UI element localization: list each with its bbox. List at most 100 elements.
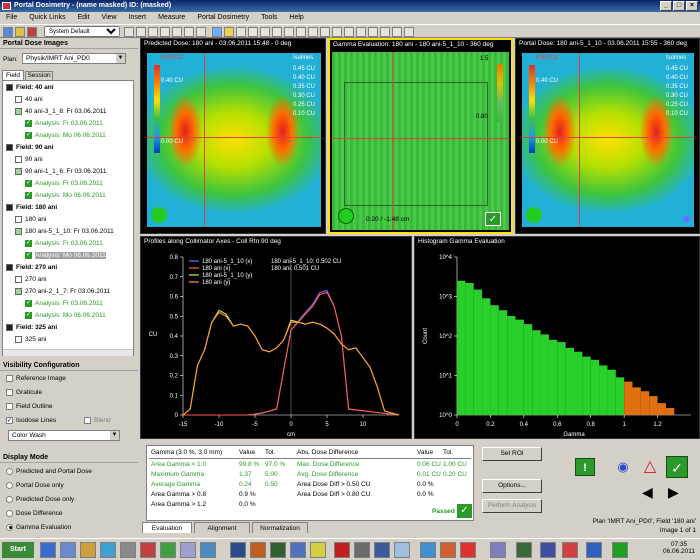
- viz-blend[interactable]: Blend: [84, 415, 111, 427]
- redo-icon[interactable]: [356, 27, 366, 37]
- tree-item[interactable]: ✓ Analysis: Mo 06.06.2011: [25, 311, 106, 321]
- text-icon[interactable]: [332, 27, 342, 37]
- options-button[interactable]: Options...: [482, 479, 542, 493]
- tab-normalization[interactable]: Normalization: [252, 522, 308, 533]
- tree-item[interactable]: 180 ani: [15, 215, 46, 225]
- taskbar-app-icon[interactable]: [334, 542, 350, 558]
- tree-item[interactable]: 40 ani-3_1_8: Fr 03.06.2011: [15, 107, 107, 117]
- mode-select[interactable]: System Default: [44, 26, 120, 37]
- tree-item[interactable]: 270 ani-2_1_7: Fr 03.06.2011: [15, 287, 110, 297]
- taskbar-app-icon[interactable]: [270, 542, 286, 558]
- taskbar-app-icon[interactable]: [140, 542, 156, 558]
- predicted-dose-viewer[interactable]: Predicted Dose: 180 ani - 03.06.2011 15:…: [140, 38, 326, 234]
- viz-graticule[interactable]: Graticule: [6, 387, 42, 399]
- chevron-down-icon[interactable]: ▼: [116, 54, 125, 63]
- tree-item[interactable]: Field: 90 ani: [6, 143, 54, 153]
- crosshair-icon[interactable]: [248, 27, 258, 37]
- tree-item[interactable]: Field: 180 ani: [6, 203, 57, 213]
- taskbar-app-icon[interactable]: [100, 542, 116, 558]
- line-icon[interactable]: [284, 27, 294, 37]
- portal-dose-viewer[interactable]: Portal Dose: 180 ani-5_1_10 - 03.06.2011…: [515, 38, 700, 234]
- taskbar-app-icon[interactable]: [374, 542, 390, 558]
- maximize-button[interactable]: □: [673, 1, 685, 11]
- select-icon[interactable]: [196, 27, 206, 37]
- histogram-chart[interactable]: 0 0.2 0.4 0.6 0.8 1 1.2 10^0 10^1 10^2 10^3 10^4 Gam…: [415, 247, 700, 439]
- viz-reference-image[interactable]: Reference Image: [6, 373, 66, 385]
- open-icon[interactable]: [3, 27, 13, 37]
- tab-alignment[interactable]: Alignment: [194, 522, 250, 533]
- menu-portal-dosimetry[interactable]: Portal Dosimetry: [191, 12, 255, 24]
- profile-chart-panel[interactable]: Profiles along Collimator Axes - Coll Rt…: [140, 236, 412, 439]
- taskbar-app-icon[interactable]: [160, 542, 176, 558]
- taskbar-app-icon[interactable]: [612, 542, 628, 558]
- tab-session[interactable]: Session: [25, 71, 53, 80]
- taskbar-app-icon[interactable]: [40, 542, 56, 558]
- taskbar-app-icon[interactable]: [562, 542, 578, 558]
- color-mode-select[interactable]: Color Wash ▼: [8, 430, 120, 441]
- grid2-icon[interactable]: [392, 27, 402, 37]
- taskbar-app-icon[interactable]: [394, 542, 410, 558]
- annotate-icon[interactable]: [260, 27, 270, 37]
- rect-icon[interactable]: [320, 27, 330, 37]
- taskbar-app-icon[interactable]: [250, 542, 266, 558]
- menu-file[interactable]: File: [0, 12, 23, 24]
- tree-item[interactable]: ✓ Analysis: Mo 06.06.2011: [25, 191, 106, 201]
- display-gamma-evaluation[interactable]: Gamma Evaluation: [6, 522, 71, 534]
- circle-icon[interactable]: [308, 27, 318, 37]
- profile-chart[interactable]: -15 -10 -5 0 5 10 0 0.1 0.2 0.3 0.4 0.5 0.6 0.7 0.8 cm C…: [141, 247, 413, 439]
- taskbar-app-icon[interactable]: [516, 542, 532, 558]
- menu-quick-links[interactable]: Quick Links: [23, 12, 71, 24]
- zoom-icon[interactable]: [124, 27, 134, 37]
- next-image-icon[interactable]: ▶: [668, 484, 679, 501]
- window-level-icon[interactable]: [160, 27, 170, 37]
- chevron-down-icon[interactable]: ▼: [110, 431, 119, 440]
- reset-icon[interactable]: [184, 27, 194, 37]
- undo-icon[interactable]: [344, 27, 354, 37]
- measure-icon[interactable]: [236, 27, 246, 37]
- tab-field[interactable]: Field: [2, 70, 24, 80]
- taskbar-app-icon[interactable]: [60, 542, 76, 558]
- tree-item[interactable]: ✓ Analysis: Mo 06.06.2011: [25, 251, 106, 261]
- display-predicted-only[interactable]: Predicted Dose only: [6, 494, 74, 506]
- histogram-icon[interactable]: [380, 27, 390, 37]
- menu-tools[interactable]: Tools: [255, 12, 283, 24]
- approve-warning-icon[interactable]: !: [575, 458, 595, 476]
- start-button[interactable]: Start: [2, 542, 34, 558]
- display-predicted-and-portal[interactable]: Predicted and Portal Dose: [6, 466, 92, 478]
- taskbar-app-icon[interactable]: [230, 542, 246, 558]
- tree-item[interactable]: ✓ Analysis: Fr 03.06.2011: [25, 239, 103, 249]
- taskbar-app-icon[interactable]: [80, 542, 96, 558]
- tree-item[interactable]: ✓ Analysis: Fr 03.06.2011: [25, 179, 103, 189]
- colormap-icon[interactable]: [224, 27, 234, 37]
- tree-item[interactable]: Field: 40 ani: [6, 83, 54, 93]
- tree-item[interactable]: Field: 270 ani: [6, 263, 57, 273]
- set-roi-button[interactable]: Set ROI: [482, 447, 542, 461]
- checkbox[interactable]: [6, 402, 13, 410]
- fit-icon[interactable]: [172, 27, 182, 37]
- tree-item[interactable]: 90 ani-1_1_6: Fr 03.06.2011: [15, 167, 107, 177]
- checkbox[interactable]: [6, 388, 13, 396]
- menu-insert[interactable]: Insert: [123, 12, 153, 24]
- tree-item[interactable]: 180 ani-5_1_10: Fr 03.06.2011: [15, 227, 114, 237]
- plan-select[interactable]: Physik/IMRT Ani_PD0 ▼: [22, 53, 126, 64]
- print-icon[interactable]: [27, 27, 37, 37]
- display-dose-difference[interactable]: Dose Difference: [6, 508, 63, 520]
- save-icon[interactable]: [15, 27, 25, 37]
- taskbar-app-icon[interactable]: [200, 542, 216, 558]
- checkbox-checked[interactable]: ✓: [6, 416, 13, 424]
- eye-icon[interactable]: ◉: [613, 458, 633, 476]
- tree-item[interactable]: 325 ani: [15, 335, 46, 345]
- previous-image-icon[interactable]: ◀: [642, 484, 653, 501]
- tree-item[interactable]: ✓ Analysis: Fr 03.06.2011: [25, 299, 103, 309]
- taskbar-app-icon[interactable]: [180, 542, 196, 558]
- menu-help[interactable]: Help: [283, 12, 309, 24]
- approve-check-icon[interactable]: ✓: [666, 456, 688, 478]
- radio-selected[interactable]: [6, 523, 13, 531]
- tree-item[interactable]: ✓ Analysis: Fr 03.06.2011: [25, 119, 103, 129]
- taskbar-app-icon[interactable]: [120, 542, 136, 558]
- taskbar-app-icon[interactable]: [354, 542, 370, 558]
- taskbar-app-icon[interactable]: [290, 542, 306, 558]
- taskbar-app-icon[interactable]: [420, 542, 436, 558]
- grid-icon[interactable]: [148, 27, 158, 37]
- tree-item[interactable]: ✓ Analysis: Mo 06.06.2011: [25, 131, 106, 141]
